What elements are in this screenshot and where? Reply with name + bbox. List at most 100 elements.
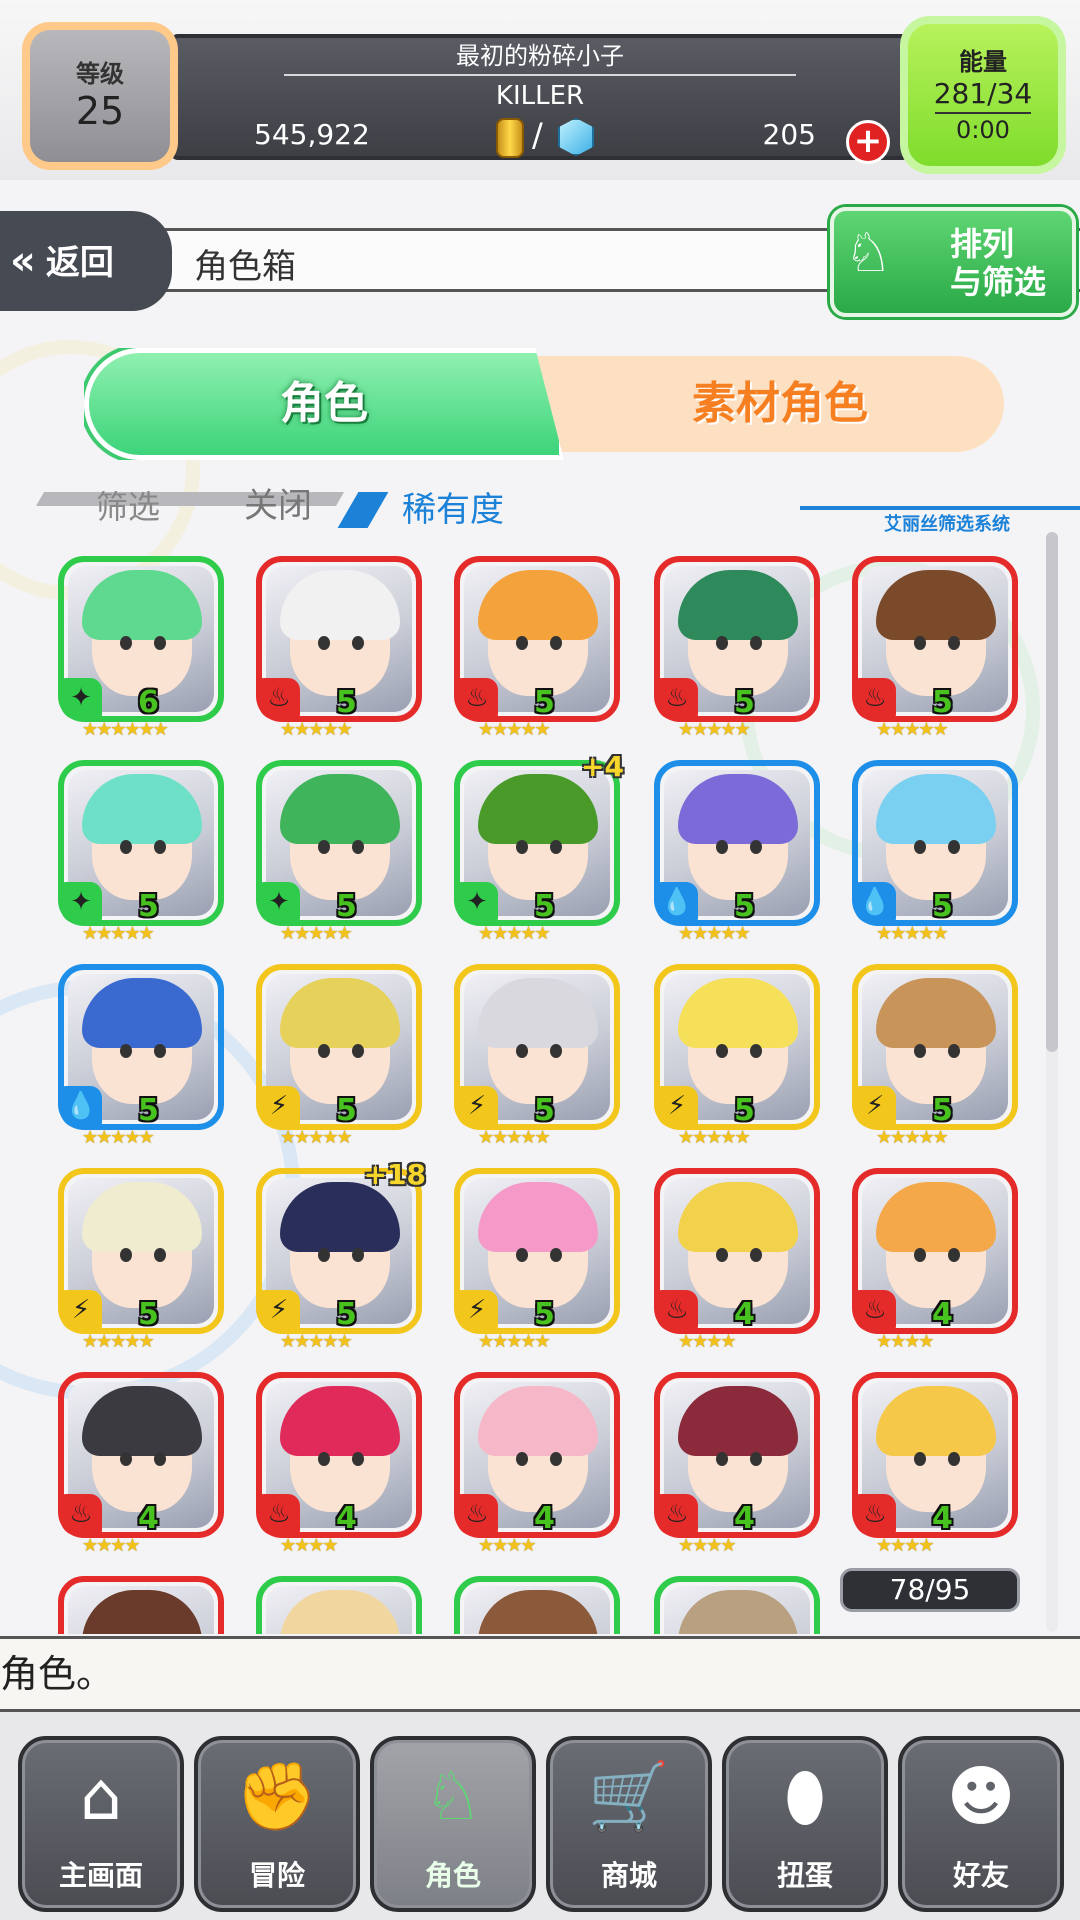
wood-element-icon: ✦ xyxy=(60,678,102,720)
page-title: 角色箱 xyxy=(194,247,296,287)
character-card[interactable] xyxy=(454,1576,620,1634)
plus-value-badge: +4 xyxy=(581,750,624,783)
scrollbar-thumb[interactable] xyxy=(1046,532,1058,1052)
rabbit-icon: ♘ xyxy=(844,221,893,284)
buy-stones-button[interactable]: + xyxy=(846,120,890,164)
nav-button-2[interactable]: ♘ 角色 xyxy=(370,1736,536,1912)
rarity-stars: ★★★★ xyxy=(876,1331,935,1352)
rarity-stars: ★★★★★ xyxy=(478,719,551,740)
nav-button-1[interactable]: ✊ 冒险 xyxy=(194,1736,360,1912)
character-card[interactable] xyxy=(256,1576,422,1634)
character-hair xyxy=(82,570,202,640)
character-card[interactable]: ⚡ 5 ★★★★★ xyxy=(454,964,620,1148)
character-card[interactable]: ♨ 4 ★★★★ xyxy=(654,1372,820,1556)
rarity-stars: ★★★★ xyxy=(280,1535,339,1556)
nav-button-5[interactable]: ☻ 好友 xyxy=(898,1736,1064,1912)
rarity-stars: ★★★★ xyxy=(678,1535,737,1556)
character-card[interactable]: ♨ 5 ★★★★★ xyxy=(454,556,620,740)
tab-material-characters[interactable]: 素材角色 xyxy=(580,356,980,452)
wood-element-icon: ✦ xyxy=(60,882,102,924)
character-card[interactable]: ♨ 5 ★★★★★ xyxy=(654,556,820,740)
character-card[interactable]: ♨ 5 ★★★★★ xyxy=(256,556,422,740)
back-label: 返回 xyxy=(45,243,114,283)
character-card[interactable]: ♨ 4 ★★★★ xyxy=(654,1168,820,1352)
character-card[interactable]: ⚡ 5 ★★★★★ xyxy=(852,964,1018,1148)
nav-button-4[interactable]: ⬮ 扭蛋 xyxy=(722,1736,888,1912)
character-card[interactable]: ♨ 5 ★★★★★ xyxy=(852,556,1018,740)
character-card[interactable]: ♨ 4 ★★★★ xyxy=(454,1372,620,1556)
rarity-stars: ★★★★★ xyxy=(280,1127,353,1148)
character-card[interactable] xyxy=(654,1576,820,1634)
water-element-icon: 💧 xyxy=(60,1086,102,1128)
fire-element-icon: ♨ xyxy=(456,678,498,720)
filter-off-toggle[interactable]: 关闭 xyxy=(244,478,312,527)
character-eye xyxy=(948,840,960,854)
character-level: 6 xyxy=(138,685,159,720)
back-button[interactable]: «返回 xyxy=(0,211,172,311)
sort-rarity-option[interactable]: 稀有度 xyxy=(402,482,504,531)
tab-characters[interactable]: 角色 xyxy=(84,348,564,460)
character-eye xyxy=(550,840,562,854)
energy-panel[interactable]: 能量 281/34 0:00 xyxy=(900,16,1066,174)
character-card[interactable]: ✦ 6 ★★★★★★ xyxy=(58,556,224,740)
fire-element-icon: ♨ xyxy=(60,1494,102,1536)
character-grid: ✦ 6 ★★★★★★ ♨ 5 ★★★★★ ♨ 5 ★★★★★ ♨ 5 ★★★★★ ♨ 5 ★★★★★ ✦ 5 ★★… xyxy=(0,556,1040,1634)
character-eye xyxy=(120,1044,132,1058)
light-element-icon: ⚡ xyxy=(456,1086,498,1128)
rarity-stars: ★★★★★ xyxy=(478,923,551,944)
character-card[interactable]: ✦ 5 ★★★★★ xyxy=(256,760,422,944)
character-card[interactable]: ♨ 4 ★★★★ xyxy=(852,1372,1018,1556)
nav-label: 角色 xyxy=(424,1859,481,1892)
character-eye xyxy=(318,840,330,854)
character-hair xyxy=(876,774,996,844)
character-eye xyxy=(120,1248,132,1262)
character-level: 5 xyxy=(534,1297,555,1332)
character-card[interactable]: ✦ 5 ★★★★★ +4 xyxy=(454,750,624,944)
wood-element-icon: ✦ xyxy=(258,882,300,924)
character-card[interactable]: ✦ 5 ★★★★★ xyxy=(58,760,224,944)
character-hair xyxy=(82,1590,202,1634)
nav-button-3[interactable]: 🛒 商城 xyxy=(546,1736,712,1912)
rarity-stars: ★★★★★ xyxy=(478,1127,551,1148)
character-eye xyxy=(516,1044,528,1058)
sort-filter-button[interactable]: ♘ 排列 与筛选 xyxy=(830,207,1076,317)
fire-element-icon: ♨ xyxy=(258,1494,300,1536)
fire-element-icon: ♨ xyxy=(656,678,698,720)
character-hair xyxy=(478,1182,598,1252)
character-level: 5 xyxy=(336,685,357,720)
character-hair xyxy=(678,978,798,1048)
character-card[interactable]: ♨ 4 ★★★★ xyxy=(58,1372,224,1556)
character-eye xyxy=(750,636,762,650)
character-card[interactable]: 💧 5 ★★★★★ xyxy=(58,964,224,1148)
character-level: 4 xyxy=(138,1501,159,1536)
rarity-stars: ★★★★★ xyxy=(82,923,155,944)
message-bar: 角色。 xyxy=(0,1636,1080,1712)
character-eye xyxy=(716,840,728,854)
character-hair xyxy=(478,570,598,640)
character-eye xyxy=(948,1044,960,1058)
nav-label: 商城 xyxy=(600,1859,657,1892)
character-card[interactable]: 💧 5 ★★★★★ xyxy=(654,760,820,944)
character-eye xyxy=(154,1452,166,1466)
character-portrait xyxy=(664,1586,810,1634)
character-eye xyxy=(948,1248,960,1262)
rarity-stars: ★★★★★ xyxy=(280,719,353,740)
character-card[interactable]: ⚡ 5 ★★★★★ xyxy=(58,1168,224,1352)
nav-label: 主画面 xyxy=(58,1859,143,1892)
character-card[interactable]: ⚡ 5 ★★★★★ +18 xyxy=(256,1158,426,1352)
character-card[interactable]: 💧 5 ★★★★★ xyxy=(852,760,1018,944)
nav-button-0[interactable]: ⌂ 主画面 xyxy=(18,1736,184,1912)
character-hair xyxy=(876,570,996,640)
level-label: 等级 xyxy=(76,60,124,88)
rarity-stars: ★★★★★ xyxy=(678,1127,751,1148)
character-card[interactable]: ⚡ 5 ★★★★★ xyxy=(256,964,422,1148)
character-card[interactable]: ♨ 4 ★★★★ xyxy=(256,1372,422,1556)
character-card[interactable]: ♨ 4 ★★★★ xyxy=(852,1168,1018,1352)
character-card[interactable]: ⚡ 5 ★★★★★ xyxy=(454,1168,620,1352)
character-eye xyxy=(352,1248,364,1262)
rabbit-icon: ♘ xyxy=(423,1758,483,1835)
character-eye xyxy=(516,636,528,650)
character-eye xyxy=(914,1248,926,1262)
character-card[interactable] xyxy=(58,1576,224,1634)
character-card[interactable]: ⚡ 5 ★★★★★ xyxy=(654,964,820,1148)
